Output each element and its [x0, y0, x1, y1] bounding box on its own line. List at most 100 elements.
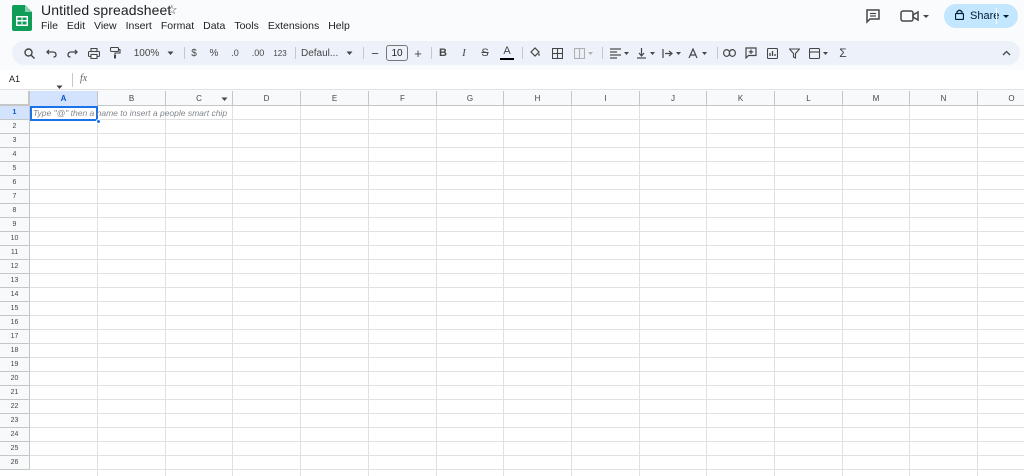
select-all-corner[interactable] — [0, 91, 30, 106]
menu-view[interactable]: View — [94, 20, 117, 32]
undo-icon[interactable] — [44, 41, 58, 65]
row-header-11[interactable]: 11 — [0, 246, 30, 260]
menu-format[interactable]: Format — [161, 20, 194, 32]
insert-chart-icon[interactable] — [765, 41, 779, 65]
fill-handle[interactable] — [96, 119, 101, 124]
menu-edit[interactable]: Edit — [67, 20, 85, 32]
row-header-23[interactable]: 23 — [0, 414, 30, 428]
chevron-down-icon — [346, 48, 353, 59]
row-header-10[interactable]: 10 — [0, 232, 30, 246]
font-family-select[interactable]: Defaul... — [301, 41, 357, 65]
column-menu-chevron-icon[interactable] — [221, 95, 228, 104]
row-header-14[interactable]: 14 — [0, 288, 30, 302]
top-bar: Untitled spreadsheet ☆ File Edit View In… — [0, 0, 1024, 40]
increase-font-size-button[interactable]: + — [412, 41, 424, 65]
chevron-down-icon[interactable] — [1002, 10, 1010, 25]
bold-button[interactable]: B — [437, 41, 449, 65]
column-header-j[interactable]: J — [640, 91, 707, 106]
row-header-25[interactable]: 25 — [0, 442, 30, 456]
column-header-i[interactable]: I — [572, 91, 640, 106]
column-header-d[interactable]: D — [233, 91, 301, 106]
fill-color-icon[interactable] — [528, 41, 542, 65]
row-header-8[interactable]: 8 — [0, 204, 30, 218]
filter-views-icon[interactable] — [807, 41, 831, 65]
text-wrapping-icon[interactable] — [660, 41, 684, 65]
borders-icon[interactable] — [550, 41, 564, 65]
menu-data[interactable]: Data — [203, 20, 225, 32]
column-header-a[interactable]: A — [30, 91, 98, 106]
menu-extensions[interactable]: Extensions — [268, 20, 319, 32]
italic-button[interactable]: I — [458, 41, 470, 65]
column-header-n[interactable]: N — [910, 91, 978, 106]
currency-format-button[interactable]: $ — [188, 41, 200, 65]
row-header-26[interactable]: 26 — [0, 456, 30, 470]
spreadsheet-grid[interactable]: ABCDEFGHIJKLMNO 1 2 3 4 5 6 7 8 9 10 11 12 13 14 15 16 1… — [0, 91, 1024, 476]
chevron-up-icon[interactable] — [999, 41, 1013, 65]
column-header-h[interactable]: H — [504, 91, 572, 106]
star-icon[interactable]: ☆ — [166, 2, 178, 18]
row-header-9[interactable]: 9 — [0, 218, 30, 232]
row-header-5[interactable]: 5 — [0, 162, 30, 176]
row-header-3[interactable]: 3 — [0, 134, 30, 148]
document-title[interactable]: Untitled spreadsheet — [41, 2, 171, 18]
row-header-12[interactable]: 12 — [0, 260, 30, 274]
row-header-7[interactable]: 7 — [0, 190, 30, 204]
column-header-f[interactable]: F — [369, 91, 437, 106]
column-header-b[interactable]: B — [98, 91, 166, 106]
row-header-17[interactable]: 17 — [0, 330, 30, 344]
row-header-16[interactable]: 16 — [0, 316, 30, 330]
meet-icon[interactable] — [900, 8, 930, 29]
row-header-19[interactable]: 19 — [0, 358, 30, 372]
share-button[interactable]: Share — [944, 4, 1018, 28]
search-menus-icon[interactable] — [22, 41, 36, 65]
decrease-decimal-button[interactable]: .0 — [227, 41, 243, 65]
column-header-m[interactable]: M — [843, 91, 910, 106]
paint-format-icon[interactable] — [108, 41, 122, 65]
zoom-select[interactable]: 100% — [130, 41, 178, 65]
merge-cells-icon[interactable] — [572, 41, 596, 65]
row-header-13[interactable]: 13 — [0, 274, 30, 288]
column-header-l[interactable]: L — [775, 91, 843, 106]
column-header-e[interactable]: E — [301, 91, 369, 106]
menu-insert[interactable]: Insert — [126, 20, 152, 32]
font-size-input[interactable]: 10 — [386, 45, 408, 61]
toolbar-divider — [295, 47, 296, 59]
row-header-22[interactable]: 22 — [0, 400, 30, 414]
row-header-24[interactable]: 24 — [0, 428, 30, 442]
row-header-2[interactable]: 2 — [0, 120, 30, 134]
redo-icon[interactable] — [65, 41, 79, 65]
grid-row-line — [30, 357, 1024, 358]
percent-format-button[interactable]: % — [208, 41, 220, 65]
column-header-o[interactable]: O — [978, 91, 1024, 106]
comment-icon[interactable] — [865, 8, 881, 29]
menu-file[interactable]: File — [41, 20, 58, 32]
grid-row-line — [30, 259, 1024, 260]
print-icon[interactable] — [87, 41, 101, 65]
row-header-20[interactable]: 20 — [0, 372, 30, 386]
sheets-logo-icon[interactable] — [12, 5, 32, 31]
insert-link-icon[interactable] — [722, 41, 736, 65]
filter-icon[interactable] — [787, 41, 801, 65]
menu-tools[interactable]: Tools — [234, 20, 259, 32]
insert-comment-icon[interactable] — [744, 41, 758, 65]
text-rotation-icon[interactable] — [686, 41, 710, 65]
more-formats-button[interactable]: 123 — [272, 41, 288, 65]
strikethrough-button[interactable]: S — [479, 41, 491, 65]
increase-decimal-button[interactable]: .00 — [249, 41, 267, 65]
column-header-c[interactable]: C — [166, 91, 233, 106]
row-header-4[interactable]: 4 — [0, 148, 30, 162]
column-header-k[interactable]: K — [707, 91, 775, 106]
menu-help[interactable]: Help — [328, 20, 350, 32]
functions-button[interactable]: Σ — [836, 41, 850, 65]
row-header-6[interactable]: 6 — [0, 176, 30, 190]
row-header-15[interactable]: 15 — [0, 302, 30, 316]
text-color-button[interactable]: A — [499, 41, 515, 65]
row-header-1[interactable]: 1 — [0, 106, 30, 120]
name-box[interactable]: A1 — [9, 74, 20, 84]
column-header-g[interactable]: G — [437, 91, 504, 106]
row-header-18[interactable]: 18 — [0, 344, 30, 358]
horizontal-align-icon[interactable] — [608, 41, 632, 65]
row-header-21[interactable]: 21 — [0, 386, 30, 400]
vertical-align-icon[interactable] — [634, 41, 658, 65]
decrease-font-size-button[interactable]: − — [369, 41, 381, 65]
